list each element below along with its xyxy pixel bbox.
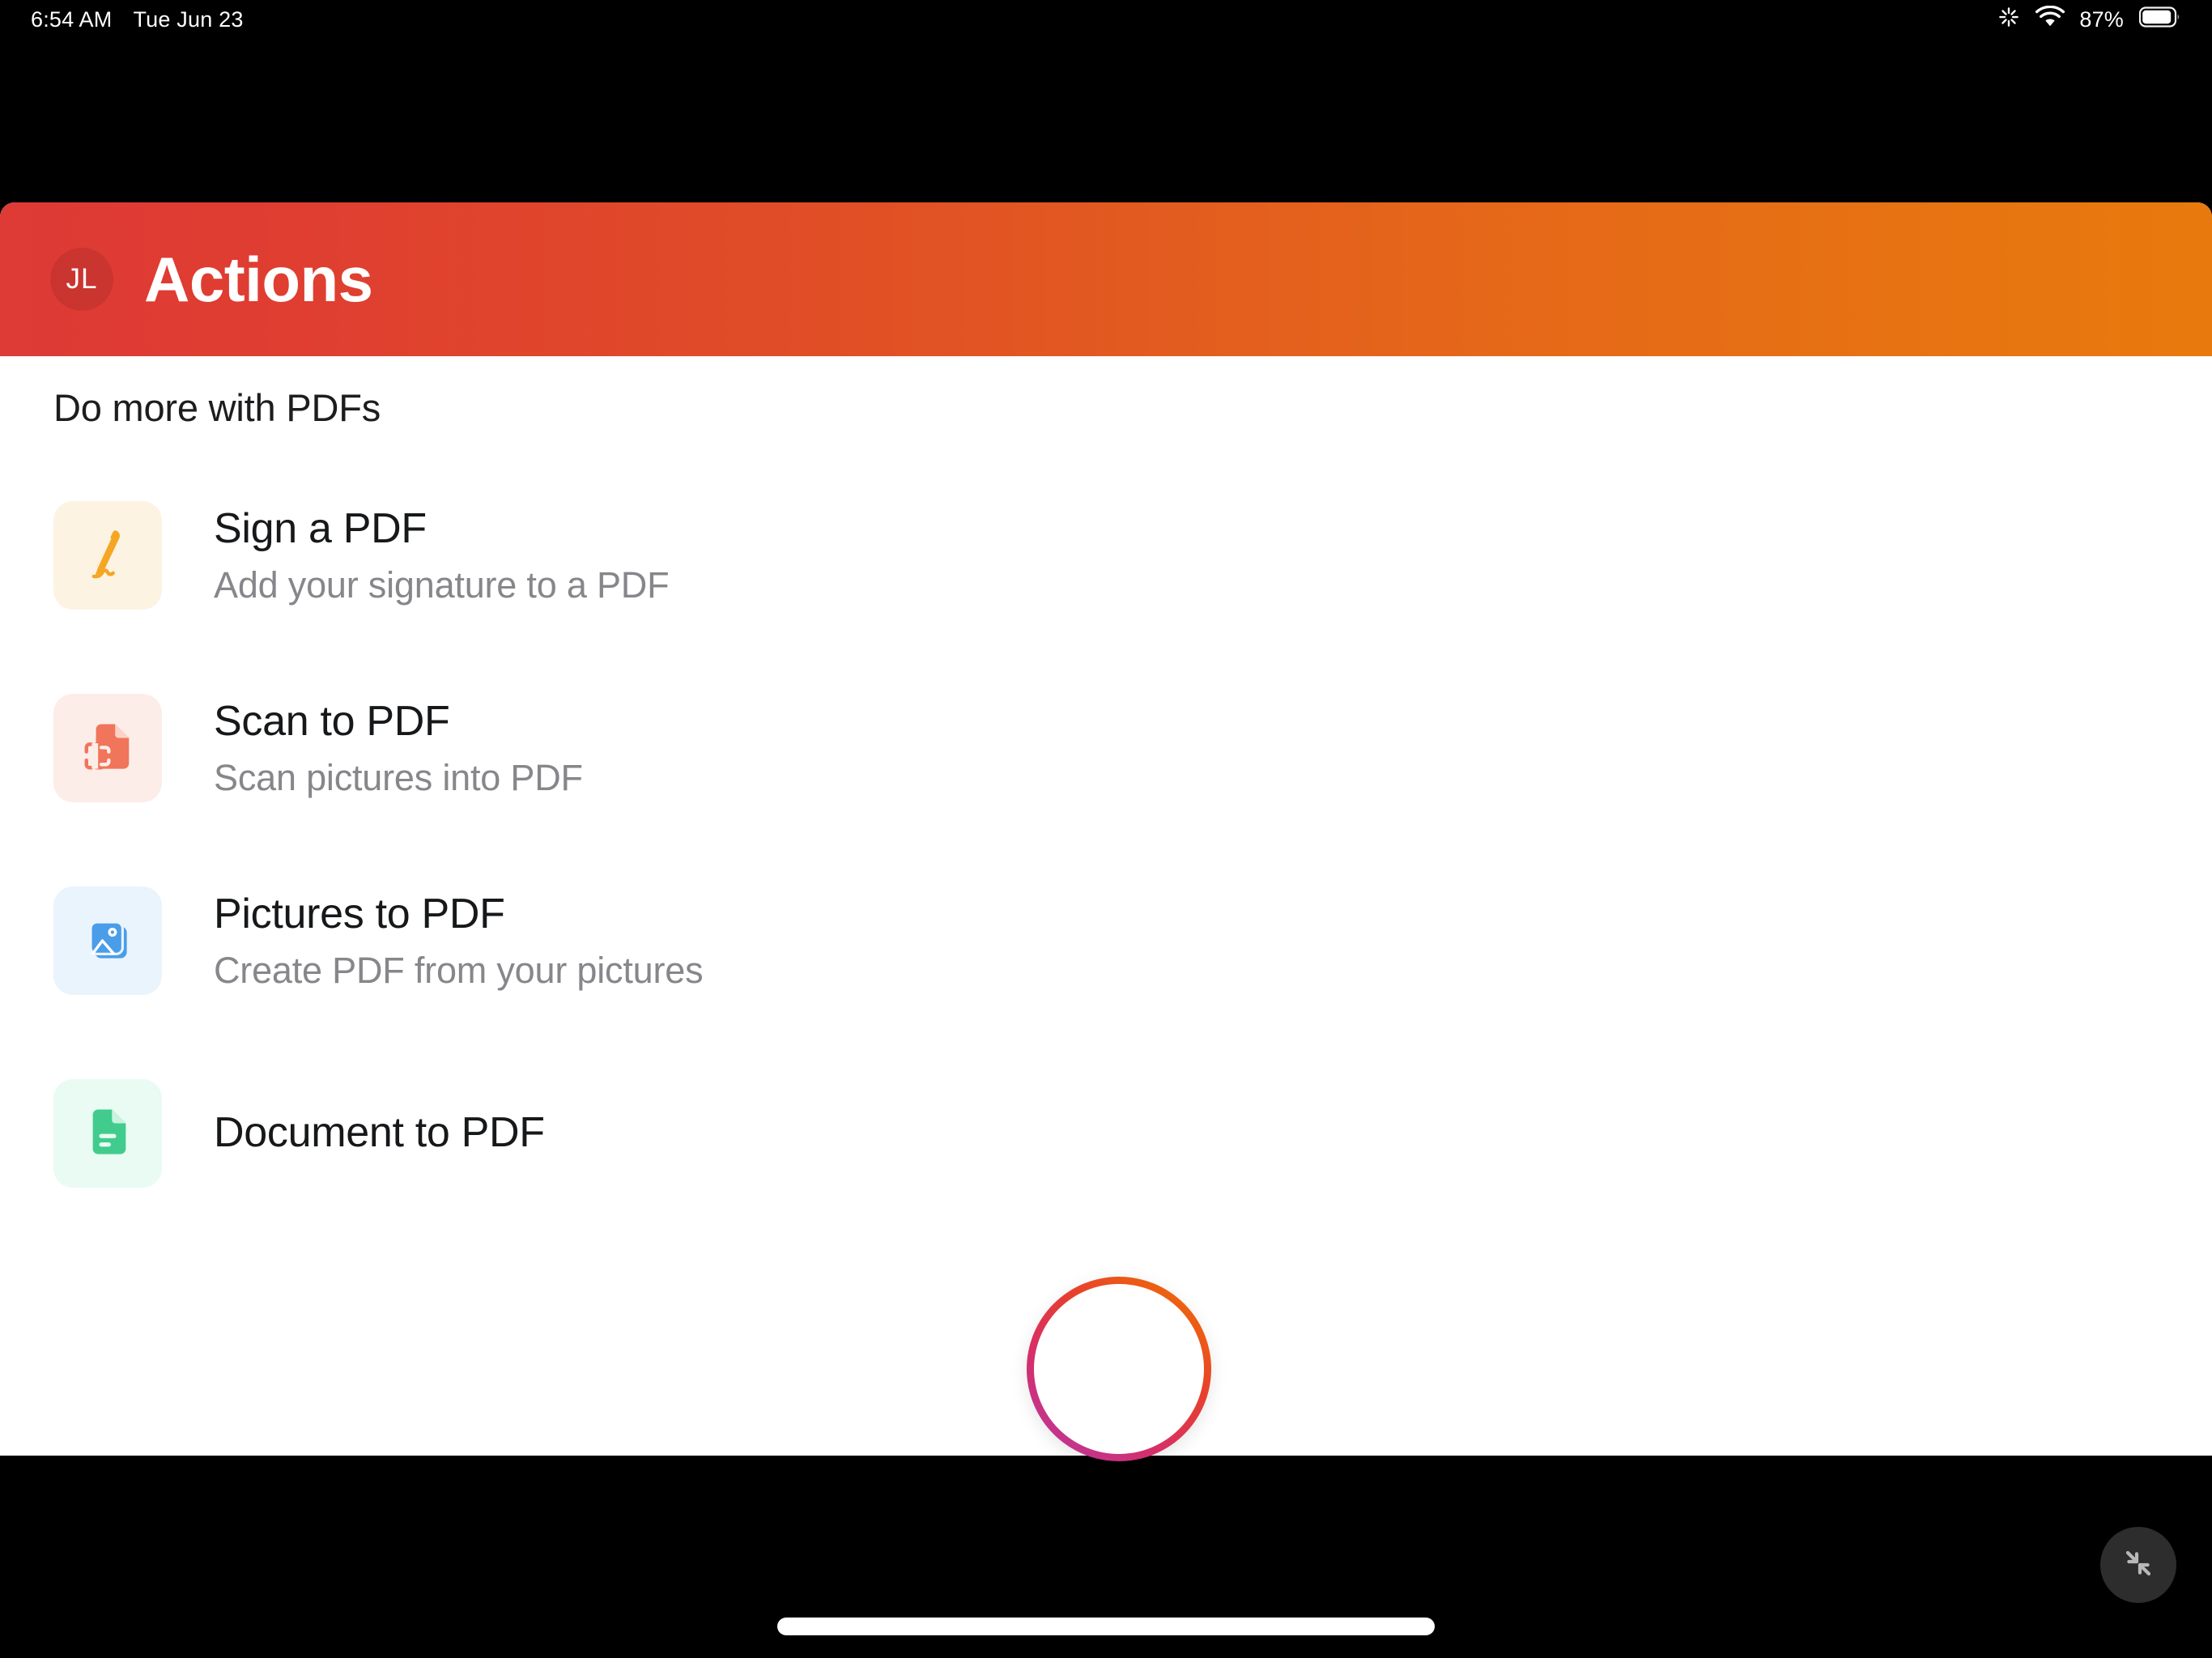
battery-percent-label: 87% (2079, 6, 2124, 32)
collapse-button[interactable] (2100, 1527, 2176, 1603)
list-item-subtitle: Create PDF from your pictures (214, 950, 704, 992)
home-indicator[interactable] (777, 1618, 1435, 1635)
signature-pen-icon-tile (53, 501, 162, 610)
list-item[interactable]: Pictures to PDF Create PDF from your pic… (0, 844, 2212, 1037)
avatar[interactable]: JL (50, 248, 113, 311)
status-time: 6:54 AM (31, 6, 113, 32)
list-item[interactable]: Scan to PDF Scan pictures into PDF (0, 652, 2212, 844)
status-bar: 6:54 AM Tue Jun 23 87% (0, 0, 2212, 39)
list-item-texts: Scan to PDF Scan pictures into PDF (214, 697, 583, 799)
signature-pen-icon (74, 520, 142, 592)
list-item-texts: Document to PDF (214, 1108, 545, 1158)
plus-icon (1091, 1341, 1147, 1397)
photo-stack-icon (74, 905, 142, 977)
wifi-icon (2035, 5, 2065, 34)
document-green-icon (74, 1098, 142, 1170)
action-list: Sign a PDF Add your signature to a PDF S… (0, 459, 2212, 1230)
status-date: Tue Jun 23 (133, 6, 244, 32)
document-green-icon-tile (53, 1079, 162, 1188)
avatar-initials: JL (66, 263, 98, 295)
screen: 6:54 AM Tue Jun 23 87% JL Actions Do mor… (0, 0, 2212, 1658)
document-scan-icon-tile (53, 694, 162, 802)
section-heading: Do more with PDFs (53, 386, 381, 429)
list-item-subtitle: Scan pictures into PDF (214, 757, 583, 799)
document-scan-icon (74, 712, 142, 784)
list-item-subtitle: Add your signature to a PDF (214, 564, 670, 606)
status-bar-right: 87% (1997, 5, 2181, 35)
photo-stack-icon-tile (53, 886, 162, 995)
list-item-texts: Sign a PDF Add your signature to a PDF (214, 504, 670, 606)
battery-icon (2138, 6, 2181, 33)
list-item-title: Document to PDF (214, 1109, 545, 1157)
list-item-title: Pictures to PDF (214, 890, 505, 937)
activity-spinner-icon (1997, 5, 2021, 35)
page-title: Actions (144, 244, 373, 315)
list-item-title: Scan to PDF (214, 697, 450, 745)
content-area: Do more with PDFs Sign a PDF Add your si… (0, 356, 2212, 1230)
list-item[interactable]: Document to PDF (0, 1037, 2212, 1230)
app-header: JL Actions (0, 202, 2212, 356)
collapse-arrows-icon (2116, 1541, 2161, 1590)
status-bar-left: 6:54 AM Tue Jun 23 (31, 7, 244, 32)
list-item-texts: Pictures to PDF Create PDF from your pic… (214, 890, 704, 992)
list-item[interactable]: Sign a PDF Add your signature to a PDF (0, 459, 2212, 652)
add-button[interactable] (1027, 1277, 1211, 1461)
list-item-title: Sign a PDF (214, 504, 427, 552)
app-window: JL Actions Do more with PDFs Sign a PDF … (0, 202, 2212, 1456)
